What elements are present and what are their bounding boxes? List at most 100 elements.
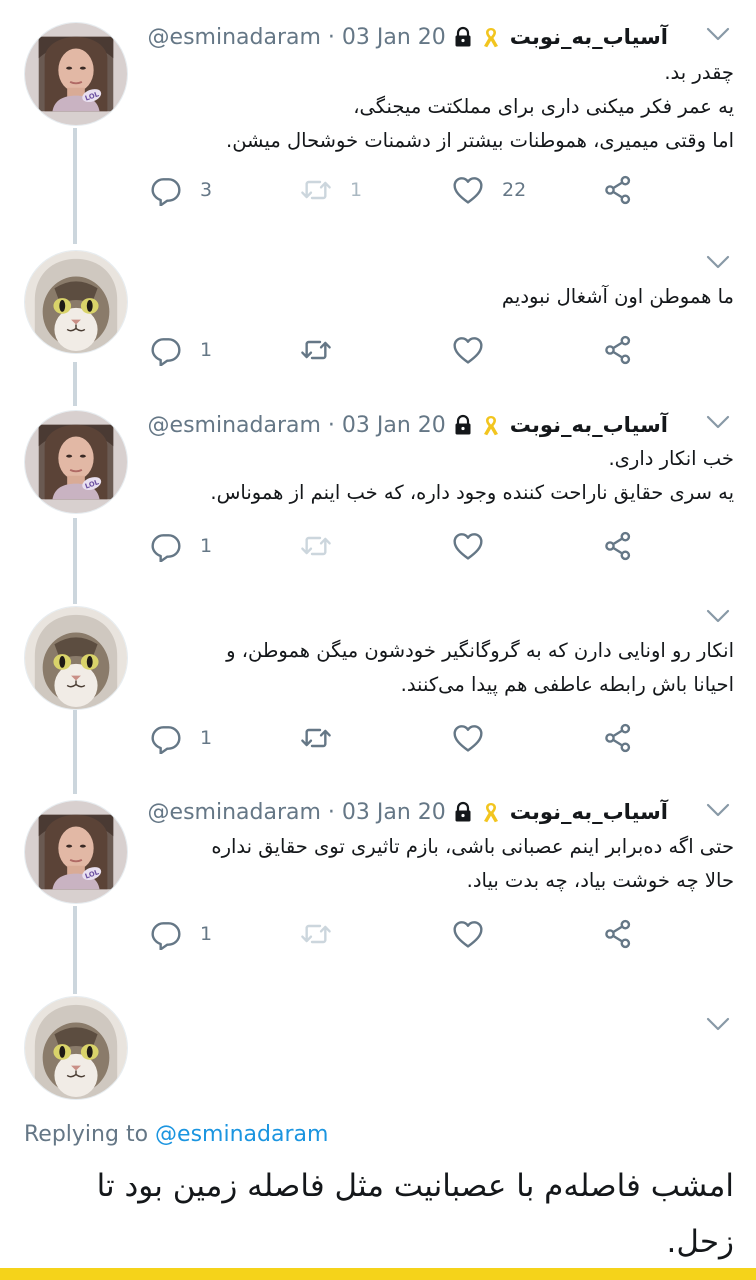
reply-button[interactable]: 1 bbox=[150, 914, 212, 954]
avatar[interactable] bbox=[24, 996, 128, 1100]
tweet-header: @esminadaram · 03 Jan 20 آسیاب_به_نوبت bbox=[148, 797, 668, 827]
tweet-text: چقدر بد. یه عمر فکر میکنی داری برای مملک… bbox=[154, 56, 734, 158]
tweet-actions: 3 1 22 bbox=[150, 170, 650, 210]
reply-button[interactable]: 1 bbox=[150, 330, 212, 370]
tweet-text-line: حتی اگه ده‌برابر اینم عصبانی باشی، بازم … bbox=[211, 835, 734, 858]
avatar[interactable] bbox=[24, 410, 128, 514]
replying-mention-link[interactable]: @esminadaram bbox=[155, 1122, 328, 1147]
retweet-button[interactable] bbox=[300, 718, 332, 758]
like-button[interactable] bbox=[452, 526, 484, 566]
ribbon-icon bbox=[480, 800, 502, 824]
chevron-down-icon[interactable] bbox=[704, 412, 732, 432]
share-button[interactable] bbox=[602, 718, 634, 758]
like-button[interactable] bbox=[452, 718, 484, 758]
share-button[interactable] bbox=[602, 914, 634, 954]
share-icon bbox=[602, 722, 634, 754]
tweet-text-line: احیانا باش رابطه عاطفی هم پیدا می‌کنند. bbox=[400, 673, 734, 696]
share-icon bbox=[602, 174, 634, 206]
like-button[interactable] bbox=[452, 330, 484, 370]
chevron-down-icon[interactable] bbox=[704, 606, 732, 626]
share-icon bbox=[602, 334, 634, 366]
heart-icon bbox=[452, 334, 484, 366]
retweet-icon bbox=[300, 334, 332, 366]
tweet-3[interactable]: @esminadaram · 03 Jan 20 آسیاب_به_نوبت خ… bbox=[0, 380, 756, 590]
tweet-text-line: خب انکار داری. bbox=[608, 447, 734, 470]
tweet-actions: 1 bbox=[150, 526, 650, 566]
reply-icon bbox=[150, 918, 182, 950]
tweet-header: @esminadaram · 03 Jan 20 آسیاب_به_نوبت bbox=[148, 410, 668, 440]
chevron-down-icon[interactable] bbox=[704, 252, 732, 272]
replying-prefix: Replying to bbox=[24, 1122, 149, 1147]
retweet-button[interactable] bbox=[300, 330, 332, 370]
tweet-text-line: انکار رو اونایی دارن که به گروگانگیر خود… bbox=[226, 639, 734, 662]
tweet-actions: 1 bbox=[150, 914, 650, 954]
avatar[interactable] bbox=[24, 250, 128, 354]
retweet-count: 1 bbox=[350, 179, 363, 201]
tweet-text: انکار رو اونایی دارن که به گروگانگیر خود… bbox=[154, 634, 734, 702]
display-name[interactable]: آسیاب_به_نوبت bbox=[510, 800, 668, 824]
tweet-5[interactable]: @esminadaram · 03 Jan 20 آسیاب_به_نوبت ح… bbox=[0, 780, 756, 980]
tweet-text-line: یه سری حقایق ناراحت کننده وجود داره، که … bbox=[210, 481, 734, 504]
tweet-actions: 1 bbox=[150, 330, 650, 370]
retweet-button[interactable] bbox=[300, 526, 332, 566]
main-tweet-text-line: امشب فاصله‌م با عصبانیت مثل فاصله زمین ب… bbox=[96, 1168, 734, 1204]
handle-and-date[interactable]: @esminadaram · 03 Jan 20 bbox=[148, 800, 446, 825]
reply-icon bbox=[150, 334, 182, 366]
share-icon bbox=[602, 530, 634, 562]
tweet-text-line: یه عمر فکر میکنی داری برای مملکتت میجنگی… bbox=[353, 95, 734, 118]
main-tweet-text: امشب فاصله‌م با عصبانیت مثل فاصله زمین ب… bbox=[22, 1158, 734, 1270]
reply-button[interactable]: 1 bbox=[150, 526, 212, 566]
tweet-text-line: اما وقتی میمیری، هموطنات بیشتر از دشمنات… bbox=[226, 129, 734, 152]
tweet-text-line: حالا چه خوشت بیاد، چه بدت بیاد. bbox=[466, 869, 734, 892]
display-name[interactable]: آسیاب_به_نوبت bbox=[510, 25, 668, 49]
tweet-4[interactable]: انکار رو اونایی دارن که به گروگانگیر خود… bbox=[0, 590, 756, 780]
tweet-actions: 1 bbox=[150, 718, 650, 758]
tweet-header: @esminadaram · 03 Jan 20 آسیاب_به_نوبت bbox=[148, 22, 668, 52]
avatar[interactable] bbox=[24, 22, 128, 126]
like-button[interactable]: 22 bbox=[452, 170, 526, 210]
handle-and-date[interactable]: @esminadaram · 03 Jan 20 bbox=[148, 25, 446, 50]
tweet-1[interactable]: @esminadaram · 03 Jan 20 آسیاب_به_نوبت چ… bbox=[0, 0, 756, 240]
avatar[interactable] bbox=[24, 606, 128, 710]
heart-icon bbox=[452, 918, 484, 950]
ribbon-icon bbox=[480, 413, 502, 437]
reply-icon bbox=[150, 722, 182, 754]
retweet-icon bbox=[300, 722, 332, 754]
reply-icon bbox=[150, 530, 182, 562]
lock-icon bbox=[452, 800, 474, 824]
reply-button[interactable]: 1 bbox=[150, 718, 212, 758]
reply-button[interactable]: 3 bbox=[150, 170, 212, 210]
tweet-2[interactable]: ما هموطن اون آشغال نبودیم 1 bbox=[0, 240, 756, 380]
retweet-button[interactable] bbox=[300, 914, 332, 954]
chevron-down-icon[interactable] bbox=[704, 800, 732, 820]
display-name[interactable]: آسیاب_به_نوبت bbox=[510, 413, 668, 437]
like-button[interactable] bbox=[452, 914, 484, 954]
share-button[interactable] bbox=[602, 330, 634, 370]
heart-icon bbox=[452, 530, 484, 562]
tweet-text: ما هموطن اون آشغال نبودیم bbox=[154, 280, 734, 314]
chevron-down-icon[interactable] bbox=[704, 1014, 732, 1034]
retweet-icon bbox=[300, 174, 332, 206]
handle-and-date[interactable]: @esminadaram · 03 Jan 20 bbox=[148, 413, 446, 438]
reply-count: 1 bbox=[200, 339, 213, 361]
retweet-button[interactable]: 1 bbox=[300, 170, 362, 210]
retweet-icon bbox=[300, 530, 332, 562]
reply-count: 1 bbox=[200, 923, 213, 945]
chevron-down-icon[interactable] bbox=[704, 24, 732, 44]
main-tweet-text-line: زحل. bbox=[666, 1224, 734, 1260]
like-count: 22 bbox=[502, 179, 527, 201]
tweet-text: حتی اگه ده‌برابر اینم عصبانی باشی، بازم … bbox=[154, 830, 734, 898]
reply-icon bbox=[150, 174, 182, 206]
retweet-icon bbox=[300, 918, 332, 950]
share-button[interactable] bbox=[602, 170, 634, 210]
avatar[interactable] bbox=[24, 800, 128, 904]
bottom-accent-bar bbox=[0, 1268, 756, 1280]
reply-count: 1 bbox=[200, 727, 213, 749]
heart-icon bbox=[452, 174, 484, 206]
replying-to: Replying to @esminadaram bbox=[24, 1122, 328, 1147]
heart-icon bbox=[452, 722, 484, 754]
lock-icon bbox=[452, 413, 474, 437]
tweet-text: خب انکار داری. یه سری حقایق ناراحت کننده… bbox=[154, 442, 734, 510]
share-button[interactable] bbox=[602, 526, 634, 566]
reply-count: 1 bbox=[200, 535, 213, 557]
